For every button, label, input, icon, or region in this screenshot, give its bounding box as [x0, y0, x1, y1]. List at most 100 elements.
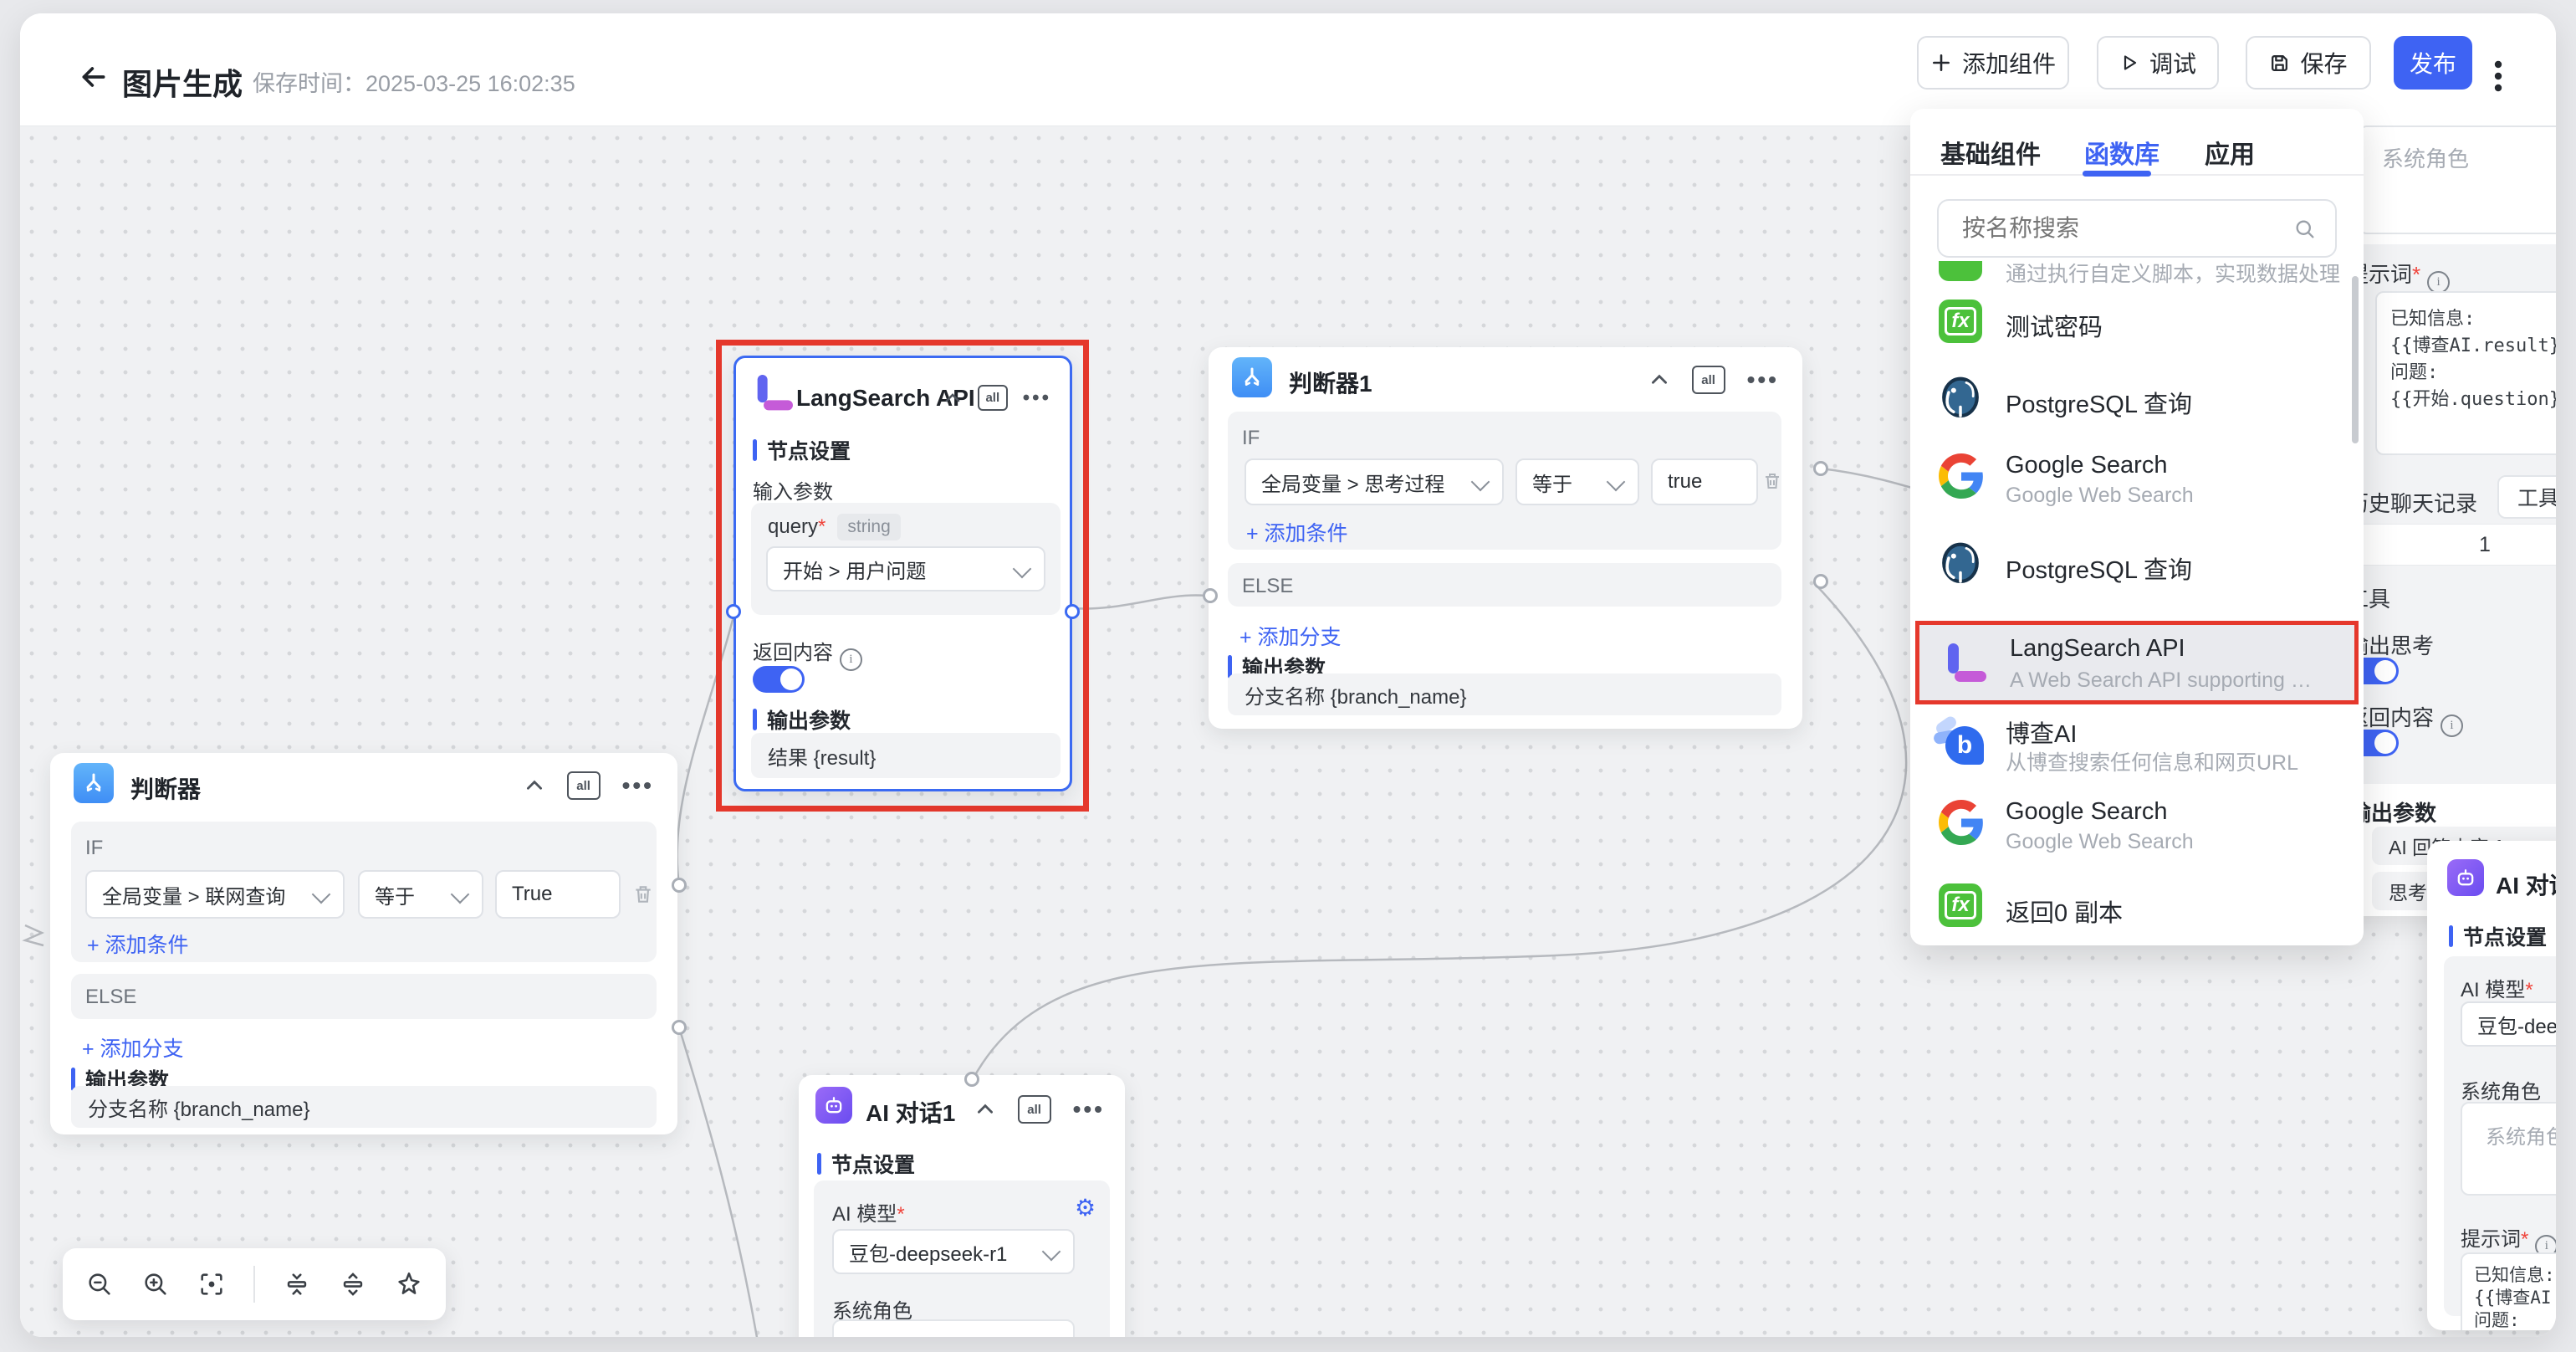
- node-ai-chat-2-panel[interactable]: AI 对话2 节点设置 AI 模型* 豆包-deep 系统角色 系统角色 提示词…: [2427, 841, 2556, 1330]
- branch-node-icon: [1232, 357, 1272, 397]
- add-condition-link[interactable]: + 添加条件: [87, 929, 189, 959]
- more-menu-icon[interactable]: •••: [1073, 1096, 1105, 1123]
- output-param-row: 结果 {result}: [751, 733, 1061, 778]
- history-tools-button[interactable]: 工具: [2497, 475, 2556, 519]
- history-label: 历史聊天记录: [2347, 487, 2477, 518]
- add-component-button[interactable]: 添加组件: [1917, 36, 2069, 90]
- list-item[interactable]: Google Search Google Web Search: [1939, 453, 1984, 503]
- list-item[interactable]: PostgreSQL 查询: [1937, 375, 1984, 426]
- library-search-box[interactable]: [1937, 199, 2337, 258]
- condition-left-select[interactable]: 全局变量 > 思考过程: [1245, 458, 1504, 505]
- node-title: 判断器1: [1289, 366, 1372, 399]
- prompt-line: {{博查AI.result}}: [2390, 333, 2556, 360]
- port-judge1-if-out[interactable]: [1813, 461, 1828, 476]
- system-role-textarea[interactable]: 系统角色: [2359, 125, 2556, 234]
- tab-function-library[interactable]: 函数库: [2084, 134, 2159, 171]
- port-judge-if-out[interactable]: [672, 878, 687, 893]
- save-button[interactable]: 保存: [2246, 36, 2371, 90]
- save-time-text: 保存时间：2025-03-25 16:02:35: [253, 65, 575, 98]
- port-judge1-in[interactable]: [1203, 588, 1218, 603]
- else-block: [71, 974, 657, 1019]
- list-item[interactable]: Google Search Google Web Search: [1939, 800, 1984, 849]
- condition-operator-select[interactable]: 等于: [358, 870, 483, 919]
- collapse-all-icon[interactable]: [283, 1270, 311, 1298]
- google-icon: [1939, 800, 1984, 845]
- list-item[interactable]: fx 测试密码: [1939, 300, 1982, 343]
- list-item-selected[interactable]: LangSearch API A Web Search API supporti…: [1915, 621, 2359, 704]
- prompt-textarea[interactable]: 已知信息: {{博查AI.result}} 问题: {{开始.question}…: [2375, 291, 2556, 455]
- port-langsearch-out[interactable]: [1065, 604, 1080, 619]
- condition-value-input[interactable]: true: [1651, 458, 1758, 505]
- collapse-chevron-icon[interactable]: [524, 775, 545, 796]
- port-judge-else-out[interactable]: [672, 1020, 687, 1035]
- back-arrow-icon[interactable]: [77, 60, 110, 94]
- node-judge[interactable]: 判断器 all ••• IF 全局变量 > 联网查询 等于 True + 添加条…: [50, 753, 677, 1134]
- model-select[interactable]: 豆包-deepseek-r1: [832, 1229, 1075, 1274]
- kebab-menu-icon[interactable]: [2492, 59, 2504, 94]
- add-branch-link[interactable]: + 添加分支: [82, 1032, 184, 1063]
- condition-operator-select[interactable]: 等于: [1515, 458, 1639, 505]
- google-icon: [1939, 453, 1984, 499]
- node-settings-header: 节点设置: [817, 1149, 915, 1179]
- system-role-textarea[interactable]: 系统角色: [2461, 1102, 2556, 1196]
- port-judge1-else-out[interactable]: [1813, 574, 1828, 589]
- input-params-label: 输入参数: [753, 475, 833, 504]
- tab-apps[interactable]: 应用: [2205, 134, 2255, 171]
- run-all-icon[interactable]: all: [1692, 366, 1725, 394]
- node-title: AI 对话1: [866, 1095, 955, 1129]
- zoom-out-icon[interactable]: [85, 1270, 114, 1298]
- else-label: ELSE: [1242, 575, 1293, 598]
- model-settings-gear-icon[interactable]: ⚙: [1075, 1194, 1096, 1221]
- run-all-icon[interactable]: all: [567, 771, 601, 800]
- debug-button[interactable]: 调试: [2097, 36, 2219, 90]
- if-label: IF: [1242, 427, 1260, 450]
- expand-all-icon[interactable]: [339, 1270, 367, 1298]
- add-condition-link[interactable]: + 添加条件: [1246, 517, 1348, 547]
- node-judge1[interactable]: 判断器1 all ••• IF 全局变量 > 思考过程 等于 true + 添加…: [1209, 347, 1802, 729]
- history-count-value: 1: [2479, 533, 2491, 557]
- fit-view-icon[interactable]: [197, 1270, 226, 1298]
- play-icon: [2119, 53, 2139, 73]
- scrollbar-thumb[interactable]: [2352, 276, 2359, 443]
- condition-left-select[interactable]: 全局变量 > 联网查询: [85, 870, 345, 919]
- condition-value-input[interactable]: True: [495, 870, 621, 919]
- run-all-icon[interactable]: all: [1018, 1095, 1051, 1124]
- postgresql-icon: [1937, 375, 1984, 422]
- collapse-chevron-icon[interactable]: [943, 388, 963, 408]
- more-menu-icon[interactable]: •••: [622, 772, 654, 799]
- magic-star-icon[interactable]: [395, 1270, 423, 1298]
- app-window: 判断器 all ••• IF 全局变量 > 联网查询 等于 True + 添加条…: [20, 13, 2556, 1337]
- port-ai1-in[interactable]: [964, 1072, 979, 1087]
- model-select[interactable]: 豆包-deep: [2461, 1001, 2556, 1047]
- prompt-line: {{博查AI: [2474, 1287, 2555, 1309]
- model-label: AI 模型*: [832, 1197, 905, 1227]
- chevron-down-icon: [1607, 473, 1626, 492]
- collapse-chevron-icon[interactable]: [1648, 369, 1670, 391]
- publish-button[interactable]: 发布: [2394, 36, 2472, 90]
- system-role-textarea[interactable]: 系统角色: [832, 1319, 1075, 1337]
- run-all-icon[interactable]: all: [978, 385, 1008, 411]
- more-menu-icon[interactable]: •••: [1023, 387, 1051, 410]
- node-settings-header: 节点设置: [753, 435, 851, 465]
- node-langsearch[interactable]: LangSearch API all ••• 节点设置 输入参数 query* …: [733, 356, 1072, 791]
- chevron-down-icon: [1042, 1242, 1061, 1262]
- collapse-chevron-icon[interactable]: [974, 1098, 996, 1120]
- list-item[interactable]: b 博查AI 从博查搜索任何信息和网页URL: [1937, 718, 1984, 765]
- prompt-textarea[interactable]: 已知信息: {{博查AI 问题: {{开始: [2461, 1252, 2556, 1330]
- edge-langsearch-to-judge1: [1072, 596, 1206, 609]
- tab-basic-components[interactable]: 基础组件: [1940, 134, 2041, 171]
- trash-icon[interactable]: [1762, 470, 1782, 492]
- zoom-in-icon[interactable]: [141, 1270, 170, 1298]
- param-value-select[interactable]: 开始 > 用户问题: [766, 546, 1045, 592]
- prompt-line: 已知信息:: [2474, 1264, 2555, 1287]
- search-input[interactable]: [1960, 207, 2282, 249]
- list-item[interactable]: fx 返回0 副本: [1939, 883, 1982, 927]
- more-menu-icon[interactable]: •••: [1747, 366, 1779, 393]
- trash-icon[interactable]: [632, 883, 654, 906]
- node-ai-chat-1[interactable]: AI 对话1 all ••• 节点设置 AI 模型* ⚙ 豆包-deepseek…: [799, 1075, 1125, 1337]
- list-item[interactable]: PostgreSQL 查询: [1937, 540, 1984, 592]
- return-content-toggle[interactable]: [753, 666, 805, 693]
- add-branch-link[interactable]: + 添加分支: [1239, 621, 1342, 651]
- output-params-header: 输出参数: [753, 704, 851, 735]
- port-langsearch-in[interactable]: [726, 604, 741, 619]
